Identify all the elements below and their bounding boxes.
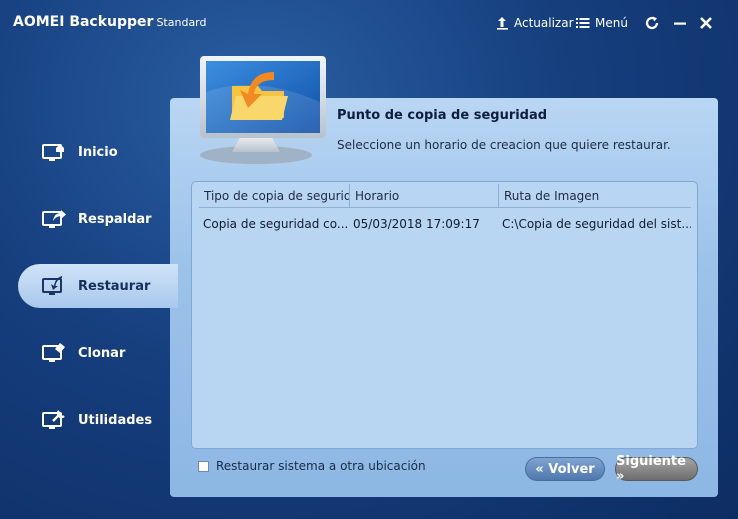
app-title: AOMEI Backupper Standard bbox=[13, 14, 207, 30]
panel-title: Punto de copia de seguridad bbox=[337, 108, 548, 123]
sidebar-item-restaurar[interactable]: Restaurar bbox=[18, 264, 178, 308]
app-name: AOMEI Backupper bbox=[13, 14, 154, 30]
minimize-icon bbox=[674, 22, 686, 25]
sidebar-item-inicio[interactable]: Inicio bbox=[18, 130, 178, 174]
sidebar-item-label: Restaurar bbox=[78, 278, 151, 294]
title-bar: AOMEI Backupper Standard Actualizar Menú bbox=[0, 0, 738, 46]
clone-monitor-icon bbox=[40, 340, 68, 366]
sidebar-item-label: Clonar bbox=[78, 345, 126, 361]
sidebar-item-label: Inicio bbox=[78, 144, 118, 160]
column-header-time[interactable]: Horario bbox=[349, 184, 498, 208]
restore-computer-illustration-icon bbox=[200, 56, 326, 164]
sidebar-item-clonar[interactable]: Clonar bbox=[18, 331, 178, 375]
menu-button[interactable]: Menú bbox=[576, 14, 628, 32]
sidebar-item-label: Utilidades bbox=[78, 412, 153, 428]
update-label: Actualizar bbox=[514, 16, 574, 30]
restore-other-location-option[interactable]: Restaurar sistema a otra ubicación bbox=[198, 459, 426, 473]
refresh-button[interactable] bbox=[643, 14, 661, 32]
close-button[interactable] bbox=[697, 14, 715, 32]
checkbox-label: Restaurar sistema a otra ubicación bbox=[216, 459, 426, 473]
menu-icon bbox=[576, 18, 590, 28]
cell-type: Copia de seguridad co... bbox=[203, 217, 349, 231]
minimize-button[interactable] bbox=[671, 14, 689, 32]
sidebar-item-label: Respaldar bbox=[78, 211, 152, 227]
restore-other-location-checkbox[interactable] bbox=[198, 460, 209, 472]
update-button[interactable]: Actualizar bbox=[496, 14, 574, 32]
table-row[interactable]: Copia de seguridad co... 05/03/2018 17:0… bbox=[199, 212, 691, 236]
update-icon bbox=[497, 17, 508, 30]
restore-monitor-icon bbox=[40, 273, 68, 299]
home-monitor-icon bbox=[40, 139, 68, 165]
close-icon bbox=[700, 17, 712, 29]
cell-path: C:\Copia de seguridad del sist... bbox=[502, 217, 691, 231]
cell-time: 05/03/2018 17:09:17 bbox=[353, 217, 480, 231]
table-header: Tipo de copia de seguridad Horario Ruta … bbox=[199, 184, 691, 208]
backup-points-table: Tipo de copia de seguridad Horario Ruta … bbox=[191, 181, 698, 449]
back-button[interactable]: « Volver bbox=[525, 457, 605, 481]
column-header-path[interactable]: Ruta de Imagen bbox=[498, 184, 691, 208]
next-button[interactable]: Siguiente » bbox=[615, 454, 698, 484]
panel-subtitle: Seleccione un horario de creacion que qu… bbox=[337, 138, 671, 152]
column-header-type[interactable]: Tipo de copia de seguridad bbox=[199, 184, 349, 208]
app-edition: Standard bbox=[156, 16, 207, 29]
menu-label: Menú bbox=[595, 16, 628, 30]
sidebar-item-respaldar[interactable]: Respaldar bbox=[18, 197, 178, 241]
backup-monitor-icon bbox=[40, 206, 68, 232]
tools-monitor-icon bbox=[40, 407, 68, 433]
sidebar-item-utilidades[interactable]: Utilidades bbox=[18, 398, 178, 442]
refresh-icon bbox=[645, 16, 659, 30]
